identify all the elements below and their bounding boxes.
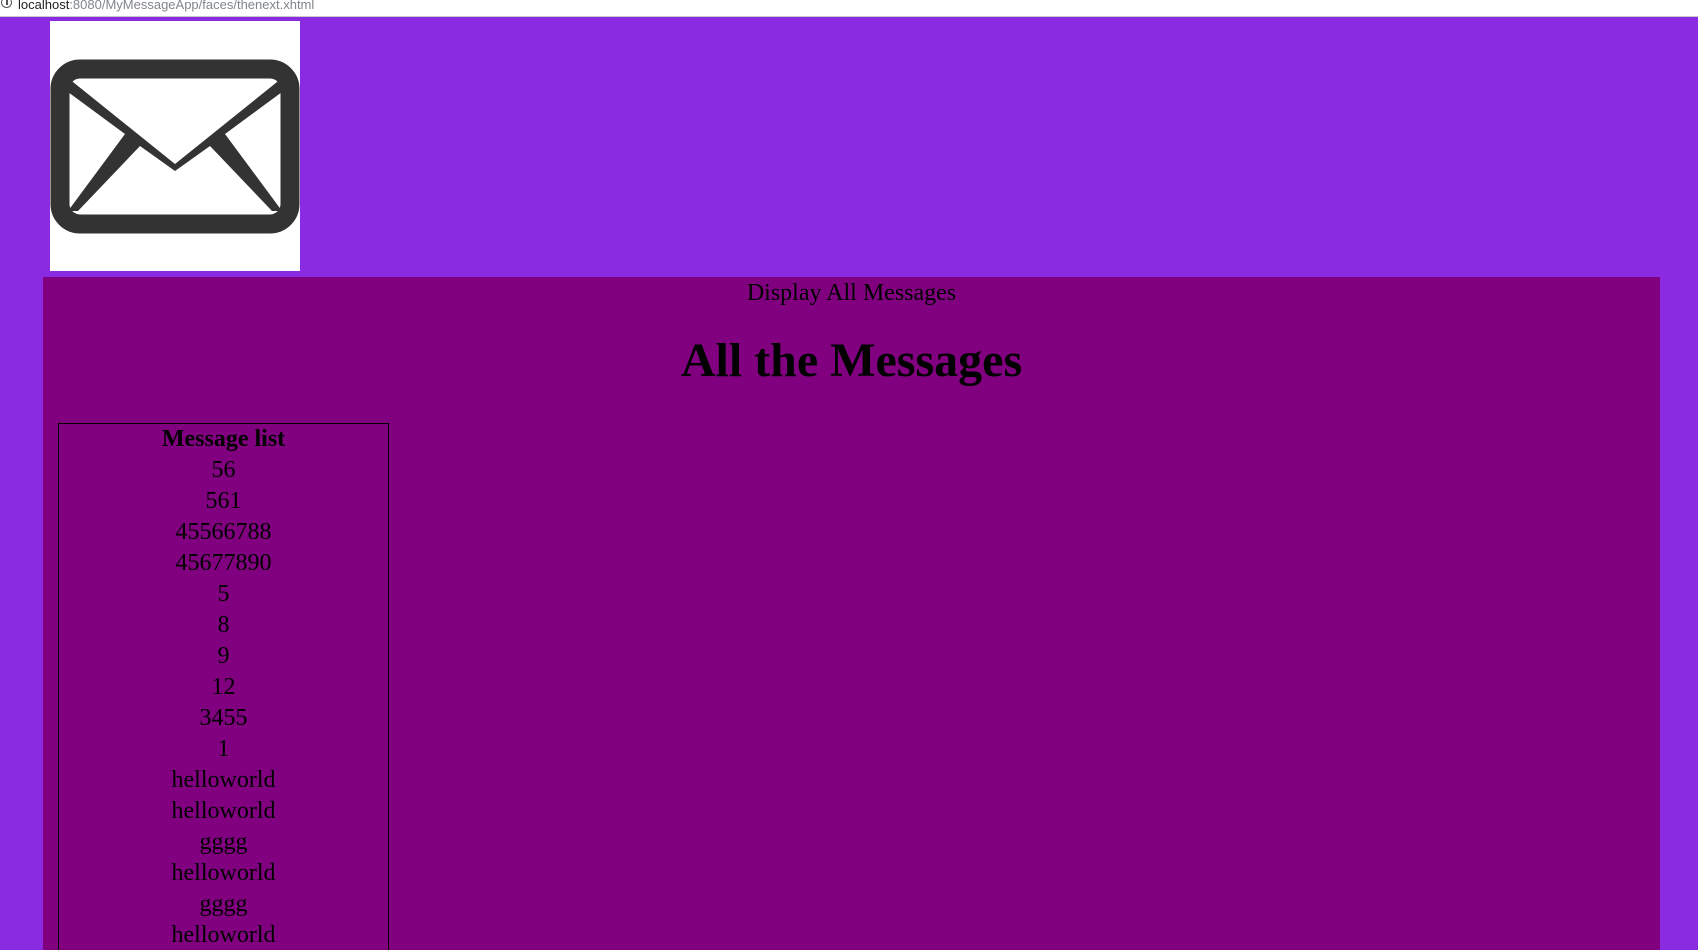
message-cell: helloworld <box>171 798 276 824</box>
table-row: 9 <box>59 641 389 672</box>
table-row: helloworld <box>59 920 389 950</box>
message-cell: gggg <box>199 891 248 917</box>
message-cell: 561 <box>205 488 242 514</box>
browser-address-bar[interactable]: localhost:8080/MyMessageApp/faces/thenex… <box>0 0 1698 17</box>
table-row: 8 <box>59 610 389 641</box>
message-cell: 56 <box>211 457 236 483</box>
table-row: 1 <box>59 734 389 765</box>
envelope-icon <box>50 59 300 234</box>
table-row: gggg <box>59 889 389 920</box>
table-row: 3455 <box>59 703 389 734</box>
table-row: helloworld <box>59 796 389 827</box>
message-cell: 5 <box>217 581 230 607</box>
table-row: 561 <box>59 486 389 517</box>
table-row: 5 <box>59 579 389 610</box>
table-row: 12 <box>59 672 389 703</box>
message-cell: gggg <box>199 829 248 855</box>
message-cell: helloworld <box>171 860 276 886</box>
main-panel: Display All Messages All the Messages Me… <box>43 277 1660 950</box>
message-cell: 45566788 <box>175 519 272 545</box>
message-rows: 56 561 45566788 45677890 5 8 9 12 3455 1 helloworl… <box>59 455 389 950</box>
message-cell: 3455 <box>199 705 248 731</box>
info-icon[interactable] <box>1 0 12 8</box>
table-row: 45566788 <box>59 517 389 548</box>
message-cell: helloworld <box>171 922 276 948</box>
url-path: :8080/MyMessageApp/faces/thenext.xhtml <box>69 0 315 12</box>
page-title: All the Messages <box>680 334 1023 387</box>
url-host: localhost <box>18 0 70 12</box>
table-row: 56 <box>59 455 389 486</box>
logo <box>50 21 300 271</box>
table-row: helloworld <box>59 858 389 889</box>
table-row: helloworld <box>59 765 389 796</box>
table-row: gggg <box>59 827 389 858</box>
panel-heading: Display All Messages <box>746 280 957 306</box>
message-cell: helloworld <box>171 767 276 793</box>
column-header-message-list: Message list <box>161 426 286 452</box>
message-table: Message list 56 561 45566788 45677890 5 8 9 12 3… <box>58 423 389 950</box>
message-cell: 45677890 <box>175 550 272 576</box>
table-header-row: Message list <box>59 424 389 456</box>
message-cell: 9 <box>217 643 230 669</box>
message-cell: 1 <box>217 736 230 762</box>
message-cell: 8 <box>217 612 230 638</box>
message-cell: 12 <box>211 674 236 700</box>
table-row: 45677890 <box>59 548 389 579</box>
